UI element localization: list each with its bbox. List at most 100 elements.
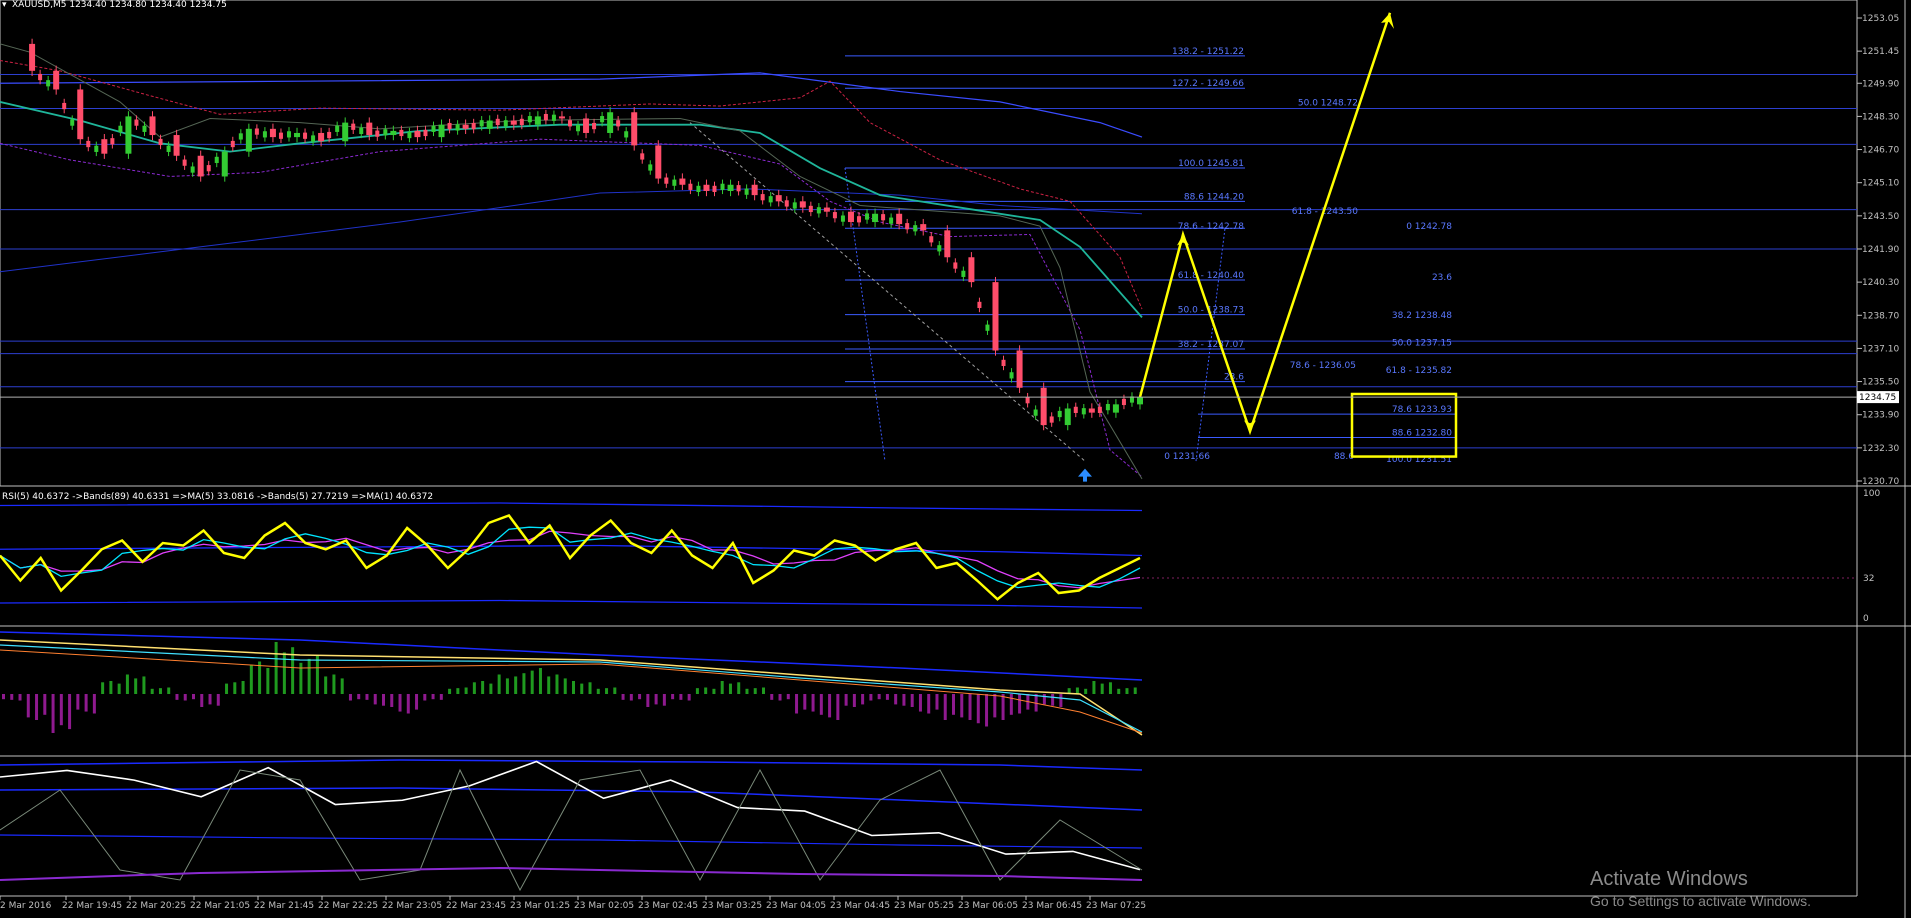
histogram-bar-negative	[844, 694, 848, 706]
histogram-bar-positive	[241, 681, 245, 694]
histogram-bar-negative	[365, 694, 369, 700]
bull-candle	[262, 131, 267, 138]
bear-candle	[351, 123, 356, 130]
histogram-bar-positive	[538, 668, 542, 694]
bear-candle	[736, 185, 741, 192]
fib-label: 88.6 1244.20	[1184, 192, 1244, 202]
histogram-bar-negative	[993, 694, 997, 718]
histogram-bar-negative	[638, 694, 642, 700]
bear-candle	[110, 138, 115, 145]
chart-canvas[interactable]: 138.2 - 1251.22 127.2 - 1249.66 50.0 1248.…	[0, 0, 1911, 918]
histogram-bar-negative	[382, 694, 385, 706]
histogram-bar-positive	[505, 678, 509, 694]
bull-candle	[576, 125, 581, 132]
histogram-bar-positive	[704, 687, 708, 694]
histogram-bar-negative	[943, 694, 947, 720]
bear-candle	[29, 43, 36, 71]
bull-candle	[359, 127, 364, 135]
time-tick-label: 23 Mar 04:05	[766, 901, 826, 911]
bear-candle	[775, 195, 782, 202]
bull-candle	[486, 120, 493, 129]
bull-candle	[816, 207, 821, 214]
bear-candle	[230, 140, 235, 148]
bull-candle	[1137, 397, 1143, 405]
histogram-bar-negative	[59, 694, 63, 726]
histogram-bar-negative	[390, 694, 394, 707]
projection-arrowhead	[1244, 420, 1256, 432]
histogram-bar-positive	[489, 683, 493, 694]
bear-candle	[543, 113, 548, 121]
bear-candle	[278, 132, 283, 139]
bull-candle	[335, 125, 340, 132]
histogram-bar-positive	[125, 674, 129, 694]
windows-activation-watermark: Activate Windows Go to Settings to activ…	[1590, 868, 1811, 909]
bull-candle	[1081, 408, 1086, 415]
bear-candle	[197, 155, 204, 177]
rsi-scale-label: 0	[1863, 614, 1869, 624]
histogram-bar-negative	[1059, 694, 1063, 707]
bear-candle	[583, 118, 590, 133]
bear-candle	[688, 183, 693, 190]
bear-candle	[1097, 406, 1102, 413]
histogram-bar-negative	[10, 694, 14, 700]
bear-candle	[77, 89, 84, 140]
histogram-bar-positive	[745, 688, 749, 694]
bear-candle	[784, 200, 789, 207]
histogram-bar-negative	[406, 694, 410, 714]
bull-candle	[985, 324, 990, 331]
histogram-bar-negative	[629, 694, 633, 701]
histogram-bar-positive	[307, 658, 311, 694]
bear-candle	[182, 159, 187, 166]
bull-candle	[872, 213, 879, 223]
bull-candle	[534, 116, 541, 125]
bull-candle	[768, 196, 773, 203]
bear-candle	[968, 257, 975, 283]
bear-candle	[471, 122, 476, 130]
bull-candle	[1033, 409, 1038, 416]
bull-candle	[390, 130, 397, 136]
bear-candle	[799, 201, 806, 208]
histogram-bar-positive	[572, 681, 575, 694]
histogram-bar-negative	[348, 694, 352, 701]
bear-candle	[881, 214, 886, 221]
histogram-bar-positive	[448, 688, 452, 694]
histogram-bar-positive	[101, 682, 105, 694]
histogram-bar-negative	[770, 694, 774, 700]
histogram-bar-positive	[762, 687, 765, 694]
price-tick-label: 1253.05	[1862, 14, 1899, 24]
histogram-bar-negative	[1051, 694, 1055, 706]
oscillator-secondary-line	[0, 768, 1143, 892]
fib-label: 0 1231.66	[1164, 452, 1210, 462]
macd-upper-band	[0, 631, 1143, 681]
histogram-bar-positive	[225, 683, 229, 694]
fib-label: 38.2 1238.48	[1392, 311, 1452, 321]
bear-candle	[558, 116, 565, 119]
histogram-bar-negative	[894, 694, 898, 705]
histogram-bar-positive	[563, 678, 567, 694]
bear-candle	[631, 112, 638, 146]
time-tick-label: 23 Mar 05:25	[894, 901, 954, 911]
bull-candle	[221, 151, 228, 177]
projection-arrowhead	[1177, 234, 1189, 246]
time-tick-label: 22 Mar 21:05	[190, 901, 250, 911]
histogram-bar-positive	[712, 688, 716, 694]
histogram-bar-positive	[1133, 687, 1137, 694]
bear-candle	[1049, 416, 1054, 423]
price-tick-label: 1232.30	[1862, 444, 1899, 454]
histogram-bar-positive	[266, 668, 270, 694]
panel-frames	[0, 0, 1911, 918]
histogram-bar-negative	[819, 694, 823, 715]
price-tick-label: 1238.70	[1862, 311, 1899, 321]
time-tick-label: 2 Mar 2016	[0, 901, 52, 911]
bull-candle	[431, 125, 436, 132]
histogram-bar-negative	[216, 694, 220, 706]
current-price-label: 1234.75	[1859, 393, 1896, 403]
rsi-lower-band	[0, 599, 1143, 609]
bear-candle	[1088, 408, 1095, 413]
bull-candle	[1057, 410, 1062, 418]
buy-arrow-icon	[1078, 468, 1092, 482]
price-tick-label: 1240.30	[1862, 278, 1899, 288]
histogram-bar-positive	[737, 682, 741, 694]
bull-candle	[840, 215, 845, 222]
chart-menu-arrow[interactable]: ▾	[2, 0, 7, 10]
